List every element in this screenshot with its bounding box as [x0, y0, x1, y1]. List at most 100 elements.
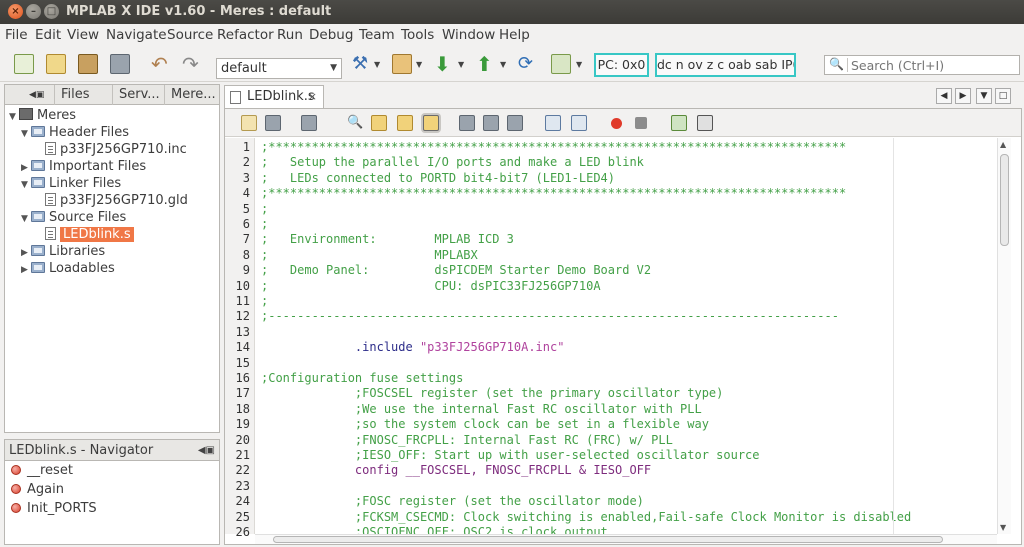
- navigator-item-reset[interactable]: __reset: [11, 462, 73, 480]
- tree-item-header-files[interactable]: ▼ Header Files: [21, 124, 129, 141]
- shift-right-icon[interactable]: [571, 115, 587, 131]
- line-number: 14: [235, 340, 250, 355]
- search-input[interactable]: [851, 57, 1015, 73]
- previous-bookmark-icon[interactable]: [459, 115, 475, 131]
- panel-menu-icon[interactable]: ◀▣: [5, 85, 55, 105]
- close-window-button[interactable]: ×: [8, 4, 23, 19]
- tree-item-gld-file[interactable]: p33FJ256GP710.gld: [45, 192, 188, 209]
- pc-register-display: PC: 0x0: [594, 53, 649, 77]
- tree-item-loadables[interactable]: ▶ Loadables: [21, 260, 115, 277]
- chevron-down-icon[interactable]: ▼: [374, 60, 380, 69]
- build-hammer-icon[interactable]: ⚒: [352, 54, 372, 74]
- expand-toggle-icon[interactable]: ▼: [21, 177, 31, 194]
- last-edit-icon[interactable]: [241, 115, 257, 131]
- comment-icon[interactable]: [671, 115, 687, 131]
- program-device-icon[interactable]: ⬇: [434, 54, 454, 74]
- tree-item-libraries[interactable]: ▶ Libraries: [21, 243, 105, 260]
- redo-icon[interactable]: ↷: [182, 54, 202, 74]
- expand-toggle-icon[interactable]: ▼: [21, 126, 31, 143]
- line-number: 18: [235, 401, 250, 416]
- forward-icon[interactable]: [301, 115, 317, 131]
- menu-source[interactable]: Source: [167, 27, 213, 43]
- shift-left-icon[interactable]: [545, 115, 561, 131]
- find-icon[interactable]: 🔍: [347, 115, 363, 131]
- read-device-icon[interactable]: ⬆: [476, 54, 496, 74]
- menu-tools[interactable]: Tools: [401, 27, 434, 43]
- projects-panel-tabs: ◀▣ Files Serv... Mere...: [5, 85, 219, 105]
- menu-navigate[interactable]: Navigate: [106, 27, 167, 43]
- code-token: ;: [261, 201, 269, 216]
- show-opened-documents-button[interactable]: ▼: [976, 88, 992, 104]
- scroll-down-icon[interactable]: ▼: [1000, 523, 1006, 532]
- expand-toggle-icon[interactable]: ▼: [21, 211, 31, 228]
- scroll-tabs-right-button[interactable]: ▶: [955, 88, 971, 104]
- tree-item-source-files[interactable]: ▼ Source Files: [21, 209, 126, 226]
- maximize-window-button[interactable]: □: [44, 4, 59, 19]
- menu-window[interactable]: Window: [442, 27, 495, 43]
- save-all-icon[interactable]: [110, 54, 130, 74]
- expand-toggle-icon[interactable]: ▶: [21, 262, 31, 279]
- tree-item-meres[interactable]: ▼ Meres: [9, 107, 76, 124]
- maximize-editor-button[interactable]: □: [995, 88, 1011, 104]
- menu-team[interactable]: Team: [359, 27, 395, 43]
- scroll-tabs-left-button[interactable]: ◀: [936, 88, 952, 104]
- new-project-icon[interactable]: [46, 54, 66, 74]
- new-file-icon[interactable]: [14, 54, 34, 74]
- debug-project-icon[interactable]: [551, 54, 571, 74]
- configuration-select[interactable]: default ▼: [216, 58, 342, 79]
- menu-view[interactable]: View: [67, 27, 99, 43]
- panel-menu-icon[interactable]: ◀▣: [198, 440, 215, 461]
- toggle-bookmark-icon[interactable]: [507, 115, 523, 131]
- close-tab-icon[interactable]: ×: [308, 86, 317, 108]
- line-number: 6: [242, 217, 250, 231]
- tree-item-ledblink[interactable]: LEDblink.s: [45, 226, 134, 243]
- toggle-highlight-icon[interactable]: [423, 115, 439, 131]
- file-icon: [45, 142, 56, 155]
- menu-run[interactable]: Run: [277, 27, 303, 43]
- menu-file[interactable]: File: [5, 27, 28, 43]
- code-token: ; Setup the parallel I/O ports and make …: [261, 155, 644, 170]
- chevron-down-icon[interactable]: ▼: [500, 60, 506, 69]
- menu-refactor[interactable]: Refactor: [217, 27, 274, 43]
- code-line: config __FOSCSEL, FNOSC_FRCPLL & IESO_OF…: [261, 463, 651, 478]
- scroll-up-icon[interactable]: ▲: [1000, 140, 1006, 149]
- find-previous-icon[interactable]: [371, 115, 387, 131]
- menu-help[interactable]: Help: [499, 27, 530, 43]
- reset-icon[interactable]: ⟳: [518, 54, 538, 74]
- find-next-icon[interactable]: [397, 115, 413, 131]
- tree-item-important-files[interactable]: ▶ Important Files: [21, 158, 146, 175]
- next-bookmark-icon[interactable]: [483, 115, 499, 131]
- vertical-scrollbar[interactable]: ▲ ▼: [997, 138, 1011, 534]
- expand-toggle-icon[interactable]: ▼: [9, 109, 19, 126]
- search-box[interactable]: 🔍: [824, 55, 1020, 75]
- clean-build-icon[interactable]: [392, 54, 412, 74]
- stop-macro-recording-icon[interactable]: [635, 117, 647, 129]
- code-area[interactable]: ;***************************************…: [261, 138, 1001, 534]
- menu-debug[interactable]: Debug: [309, 27, 353, 43]
- back-icon[interactable]: [265, 115, 281, 131]
- chevron-down-icon[interactable]: ▼: [458, 60, 464, 69]
- scrollbar-thumb[interactable]: [1000, 154, 1009, 246]
- navigator-item-init-ports[interactable]: Init_PORTS: [11, 500, 97, 518]
- line-number: 15: [235, 355, 250, 370]
- code-editor: 🔍 1 2 3 4 5 6 7 8 9 10 11 12 13 14 15 16 17 18 19 20 21 22 23 2…: [224, 108, 1022, 545]
- tab-dashboard[interactable]: Mere...: [165, 85, 219, 105]
- chevron-down-icon[interactable]: ▼: [416, 60, 422, 69]
- navigator-item-again[interactable]: Again: [11, 481, 64, 499]
- tab-files[interactable]: Files: [55, 85, 113, 105]
- horizontal-scrollbar[interactable]: [255, 534, 997, 544]
- tree-item-linker-files[interactable]: ▼ Linker Files: [21, 175, 121, 192]
- search-icon: 🔍: [829, 57, 844, 71]
- menu-edit[interactable]: Edit: [35, 27, 61, 43]
- code-line: ;We use the internal Fast RC oscillator …: [261, 402, 702, 417]
- uncomment-icon[interactable]: [697, 115, 713, 131]
- scrollbar-thumb[interactable]: [273, 536, 943, 543]
- open-project-icon[interactable]: [78, 54, 98, 74]
- tab-services[interactable]: Serv...: [113, 85, 165, 105]
- start-macro-recording-icon[interactable]: [611, 118, 622, 129]
- tab-ledblink[interactable]: LEDblink.s ×: [224, 85, 324, 108]
- minimize-window-button[interactable]: –: [26, 4, 41, 19]
- chevron-down-icon[interactable]: ▼: [576, 60, 582, 69]
- tree-item-inc-file[interactable]: p33FJ256GP710.inc: [45, 141, 187, 158]
- undo-icon[interactable]: ↶: [151, 54, 171, 74]
